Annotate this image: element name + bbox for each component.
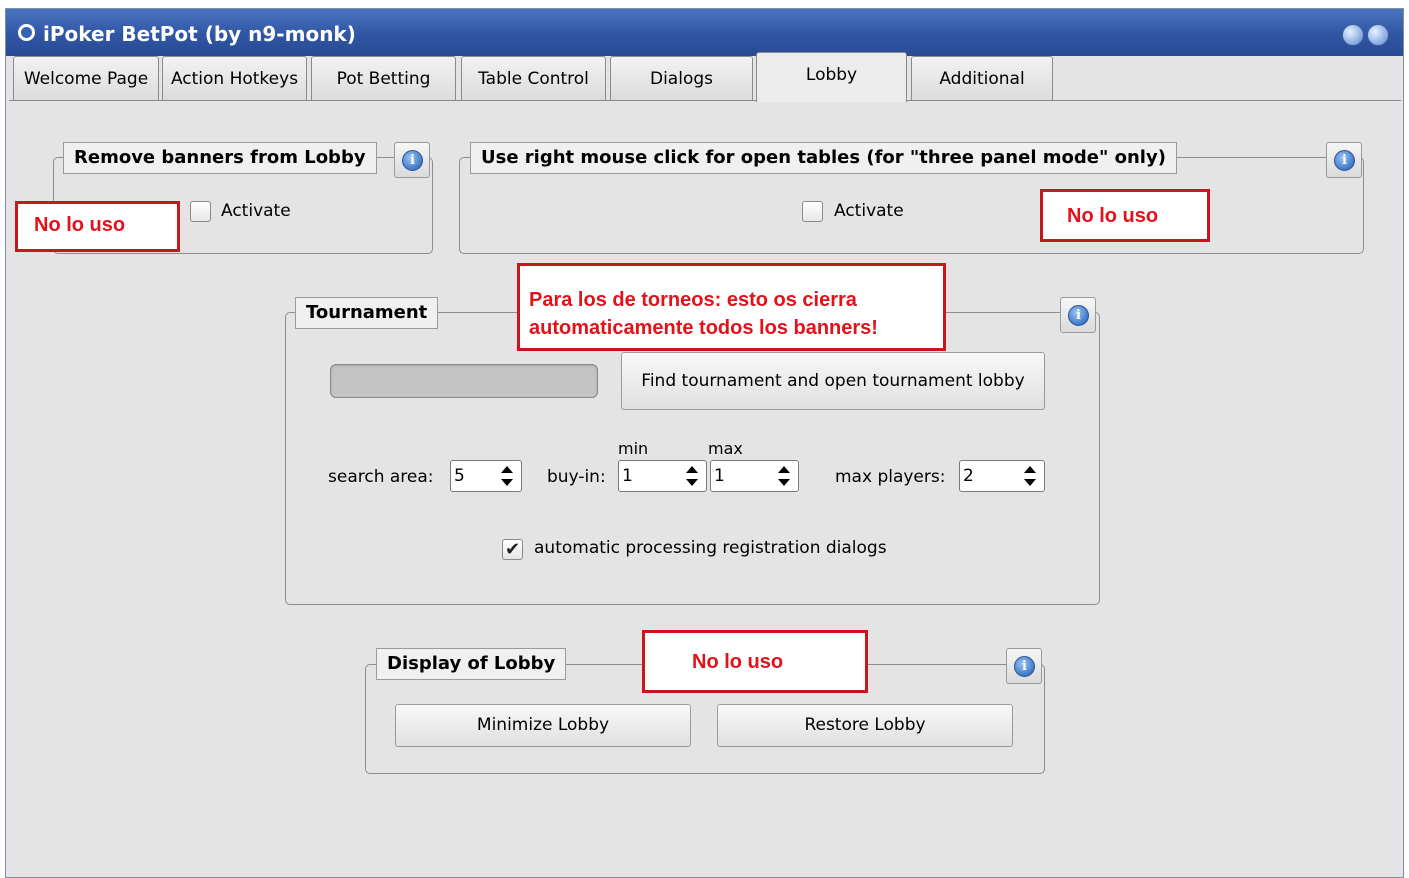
minimize-icon[interactable]: [1342, 24, 1364, 46]
annotation-no-lo-uso-2: No lo uso: [1040, 189, 1210, 242]
tab-dialogs[interactable]: Dialogs: [610, 56, 753, 100]
tab-pot-betting[interactable]: Pot Betting: [311, 56, 456, 100]
buyin-min-spinner[interactable]: 1: [618, 460, 707, 492]
tournament-annotation-line2: automaticamente todos los banners!: [529, 317, 878, 339]
minimize-lobby-button[interactable]: Minimize Lobby: [395, 704, 691, 747]
tournament-info-button[interactable]: i: [1060, 297, 1096, 333]
info-icon: i: [402, 150, 423, 171]
remove-banners-info-button[interactable]: i: [394, 142, 430, 178]
spinner-arrows-icon[interactable]: [778, 466, 790, 486]
max-players-spinner[interactable]: 2: [959, 460, 1045, 492]
remove-banners-title: Remove banners from Lobby: [63, 142, 377, 174]
tournament-progress-bar: [330, 364, 598, 398]
info-icon: i: [1014, 656, 1035, 677]
max-players-value: 2: [963, 466, 974, 486]
buyin-label: buy-in:: [547, 467, 606, 487]
tournament-title: Tournament: [295, 297, 439, 329]
remove-banners-activate-label: Activate: [221, 201, 291, 221]
annotation-no-lo-uso-1: No lo uso: [15, 201, 180, 252]
buyin-min-label: min: [618, 439, 649, 458]
search-area-value: 5: [454, 466, 465, 486]
spinner-arrows-icon[interactable]: [1024, 466, 1036, 486]
tournament-annotation: Para los de torneos: esto os cierra auto…: [517, 263, 946, 351]
tab-welcome-page[interactable]: Welcome Page: [13, 56, 159, 100]
right-click-activate-checkbox[interactable]: [802, 201, 823, 222]
auto-registration-checkbox[interactable]: ✔: [502, 539, 523, 560]
right-click-title: Use right mouse click for open tables (f…: [470, 142, 1177, 174]
window-title: iPoker BetPot (by n9-monk): [43, 22, 356, 46]
checkmark-icon: ✔: [504, 539, 521, 560]
buyin-max-label: max: [708, 439, 743, 458]
info-icon: i: [1334, 150, 1355, 171]
buyin-max-value: 1: [714, 466, 725, 486]
title-bar[interactable]: iPoker BetPot (by n9-monk): [6, 9, 1403, 56]
tab-action-hotkeys[interactable]: Action Hotkeys: [162, 56, 307, 100]
tab-lobby[interactable]: Lobby: [756, 52, 907, 102]
remove-banners-activate-checkbox[interactable]: [190, 201, 211, 222]
close-icon[interactable]: [1367, 24, 1389, 46]
tab-divider: [9, 100, 1401, 101]
restore-lobby-button[interactable]: Restore Lobby: [717, 704, 1013, 747]
right-click-info-button[interactable]: i: [1326, 142, 1362, 178]
tab-table-control[interactable]: Table Control: [461, 56, 606, 100]
tournament-annotation-line1: Para los de torneos: esto os cierra: [529, 289, 857, 311]
search-area-spinner[interactable]: 5: [450, 460, 522, 492]
info-icon: i: [1068, 305, 1089, 326]
spinner-arrows-icon[interactable]: [501, 466, 513, 486]
buyin-max-spinner[interactable]: 1: [710, 460, 799, 492]
buyin-min-value: 1: [622, 466, 633, 486]
auto-registration-label: automatic processing registration dialog…: [534, 538, 887, 558]
annotation-no-lo-uso-3: No lo uso: [642, 630, 868, 693]
right-click-activate-label: Activate: [834, 201, 904, 221]
max-players-label: max players:: [835, 467, 946, 487]
find-tournament-button[interactable]: Find tournament and open tournament lobb…: [621, 352, 1045, 410]
app-logo-icon: [18, 24, 35, 41]
display-lobby-info-button[interactable]: i: [1006, 648, 1042, 684]
tab-additional[interactable]: Additional: [911, 56, 1053, 100]
search-area-label: search area:: [328, 467, 434, 487]
display-lobby-title: Display of Lobby: [376, 648, 567, 680]
spinner-arrows-icon[interactable]: [686, 466, 698, 486]
